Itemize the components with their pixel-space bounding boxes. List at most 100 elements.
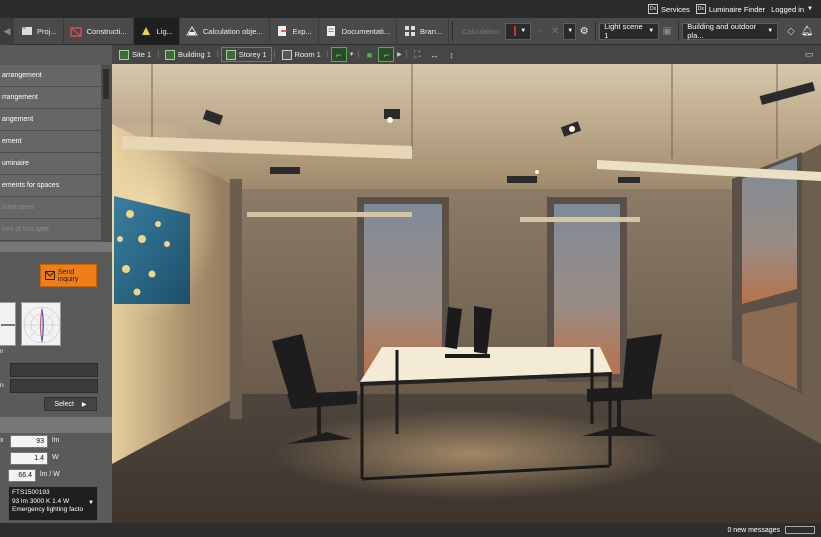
light-scene-dropdown[interactable]: Light scene 1 ▼ [599,22,660,40]
building-view-dropdown[interactable]: Building and outdoor pla... ▼ [682,22,779,40]
menu-item[interactable]: arrangement [0,65,101,87]
flux-label: x [0,437,4,444]
chevron-down-icon: ▼ [807,6,813,12]
scrollbar-thumb[interactable] [103,69,109,99]
new-messages-status[interactable]: 0 new messages [727,527,780,534]
stop-icon[interactable]: ✕ [547,23,563,40]
zoom-fit-icon[interactable]: ⛶ [409,47,425,62]
tab-documentation[interactable]: Documentati... [319,17,398,45]
chevron-down-icon: ▼ [648,28,655,34]
breadcrumb-separator: | [357,51,360,58]
tab-construction[interactable]: Constructi... [64,17,134,45]
tab-calculation-objects[interactable]: Calculation obje... [180,17,270,45]
breadcrumb-separator: | [216,51,219,58]
login-menu[interactable]: Logged in ▼ [771,5,813,14]
luminaire-code: FTS1500193 [12,489,50,496]
menu-item-disabled: luminaires [0,197,101,219]
breadcrumb-separator: | [405,51,408,58]
action-menu: arrangement rrangement angement ement um… [0,65,101,241]
project-icon [20,25,33,38]
breadcrumb-building[interactable]: Building 1 [161,47,215,62]
menu-scrollbar[interactable]: ▲ [101,65,112,245]
luminaire-selector[interactable]: FTS1500193 93 lm 3000 K 1.4 W Emergency … [8,486,98,521]
eraser-icon[interactable]: ◇ [783,23,799,40]
tab-brand[interactable]: Bran... [397,17,450,45]
luminaire-specs: 93 lm 3000 K 1.4 W [12,497,70,505]
light-scene-value: Light scene 1 [604,22,643,40]
tab-calculation-objects-label: Calculation obje... [202,26,263,36]
stop-dropdown[interactable]: ▼ [563,22,577,40]
send-inquiry-button[interactable]: Send inquiry [40,264,97,287]
export-icon [276,25,289,38]
gear-icon[interactable]: ⚙ [576,23,592,40]
tab-light[interactable]: Lig... [133,17,180,45]
room-view-button[interactable]: ⌐ [378,47,395,62]
select-label: Select [54,400,74,408]
tab-light-label: Lig... [156,26,173,36]
text-field[interactable] [10,363,98,377]
light-distribution-diagram[interactable] [21,302,61,346]
section-divider [0,417,112,433]
menu-item[interactable]: rrangement [0,87,101,109]
breadcrumb-site-label: Site 1 [132,50,152,59]
small-label: n [0,349,4,355]
light-scene-settings-icon[interactable]: ▣ [659,23,675,40]
light-icon [140,25,153,38]
calculation-dropdown[interactable]: ▼ [505,22,532,40]
services-label: Services [661,4,690,14]
site-icon [119,49,129,60]
text-field[interactable] [10,379,98,393]
tab-export[interactable]: Exp... [270,17,319,45]
storey-icon [225,49,236,60]
calculation-label: Calculation [462,26,500,36]
luminaire-finder-label: Luminaire Finder [708,4,766,14]
tab-project[interactable]: Proj... [14,17,64,45]
calculation-red-icon [514,26,517,36]
menu-item[interactable]: ement [0,131,101,153]
3d-viewport[interactable] [112,64,821,523]
floor-plan-button[interactable]: ⌐ [330,47,347,62]
measure-vertical-icon[interactable]: ↕ [443,47,459,62]
toolbar-scroll-left-button[interactable]: ◀ [0,17,14,45]
menu-item[interactable]: angement [0,109,101,131]
tab-brand-label: Bran... [420,26,443,36]
section-divider [0,242,112,252]
main-toolbar: ◀ Proj... Constructi... Lig... Calculati… [0,17,821,45]
status-bar: 0 new messages [0,523,821,537]
object-view-button[interactable]: ■ [361,47,377,62]
efficacy-value: 66.4 [8,469,36,482]
left-panel: arrangement rrangement angement ement um… [0,45,112,523]
measure-horizontal-icon[interactable]: ↔ [426,47,442,62]
chevron-right-icon[interactable]: ▶ [395,47,403,62]
select-button[interactable]: Select ▶ [44,397,97,411]
menu-item[interactable]: ements for spaces [0,175,101,197]
service-bar: Dx Services Dx Luminaire Finder Logged i… [0,0,821,18]
monitor-icon[interactable]: ▭ [801,47,817,62]
tab-project-label: Proj... [37,26,57,36]
chevron-down-icon[interactable]: ▼ [348,47,356,62]
toolbar-divider [595,21,597,41]
calculation-object-icon [186,25,199,38]
luminaire-photo[interactable] [0,302,16,346]
bell-icon[interactable]: 🔔︎ [799,23,815,40]
play-icon[interactable]: ● [531,23,547,40]
services-link[interactable]: Dx Services [648,4,690,14]
breadcrumb-separator: | [273,51,276,58]
chevron-right-icon: ▶ [81,401,87,408]
construction-icon [70,25,83,38]
envelope-icon [45,271,55,280]
efficacy-unit: lm / W [40,471,60,478]
luminaire-finder-link[interactable]: Dx Luminaire Finder [695,4,766,14]
view-toolbar: Site 1 | Building 1 | Storey 1 | Room 1 … [112,45,821,64]
building-view-value: Building and outdoor pla... [687,22,757,40]
luminaire-name: Emergency lighting facto [12,506,84,513]
breadcrumb-room[interactable]: Room 1 [278,47,325,62]
breadcrumb-storey[interactable]: Storey 1 [220,47,272,62]
documentation-icon [325,25,338,38]
luminous-flux-unit: lm [52,437,60,444]
menu-item[interactable]: uminaire [0,153,101,175]
power-value: 1.4 [10,452,48,465]
chevron-down-icon: ▼ [567,28,574,34]
dx-icon: Dx [648,4,659,14]
breadcrumb-site[interactable]: Site 1 [115,47,155,62]
